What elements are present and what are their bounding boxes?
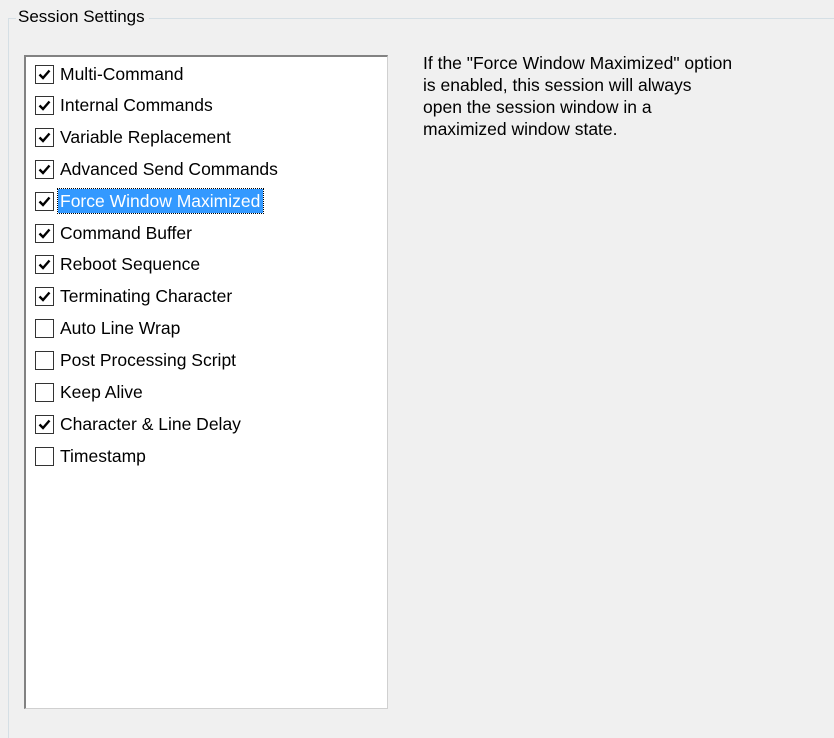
- checkbox[interactable]: [35, 318, 54, 338]
- checkbox-checked[interactable]: [35, 414, 54, 434]
- option-post-processing-script[interactable]: Post Processing Script: [35, 346, 239, 374]
- option-label: Terminating Character: [60, 286, 233, 306]
- checkbox-checked[interactable]: [35, 64, 54, 84]
- groupbox-title: Session Settings: [16, 6, 149, 28]
- option-label: Command Buffer: [60, 223, 192, 243]
- option-advanced-send-commands[interactable]: Advanced Send Commands: [35, 155, 281, 183]
- checkmark-icon: [38, 291, 51, 302]
- checkmark-icon: [38, 259, 51, 270]
- checkmark-icon: [38, 419, 51, 430]
- checkbox[interactable]: [35, 446, 54, 466]
- checkbox-checked[interactable]: [35, 254, 54, 274]
- option-character-line-delay[interactable]: Character & Line Delay: [35, 410, 244, 438]
- checkbox-checked[interactable]: [35, 159, 54, 179]
- option-auto-line-wrap[interactable]: Auto Line Wrap: [35, 314, 183, 342]
- option-label: Character & Line Delay: [60, 414, 241, 434]
- option-label: Advanced Send Commands: [60, 159, 278, 179]
- option-label: Reboot Sequence: [60, 254, 201, 274]
- checkmark-icon: [38, 164, 51, 175]
- option-description: If the "Force Window Maximized" option i…: [423, 53, 733, 139]
- checkbox[interactable]: [35, 350, 54, 370]
- checkmark-icon: [38, 69, 51, 80]
- checkbox-checked[interactable]: [35, 286, 54, 306]
- checkbox[interactable]: [35, 382, 54, 402]
- option-label: Force Window Maximized: [56, 188, 265, 214]
- option-keep-alive[interactable]: Keep Alive: [35, 378, 146, 406]
- option-reboot-sequence[interactable]: Reboot Sequence: [35, 250, 203, 278]
- option-label: Variable Replacement: [60, 127, 231, 147]
- option-terminating-character[interactable]: Terminating Character: [35, 282, 235, 310]
- option-variable-replacement[interactable]: Variable Replacement: [35, 123, 234, 151]
- option-multi-command[interactable]: Multi-Command: [35, 60, 187, 88]
- checkmark-icon: [38, 100, 51, 111]
- checkbox-checked[interactable]: [35, 223, 54, 243]
- checkbox-checked[interactable]: [35, 191, 54, 211]
- option-label: Multi-Command: [60, 64, 184, 84]
- option-label: Auto Line Wrap: [60, 318, 181, 338]
- checkmark-icon: [38, 196, 51, 207]
- option-label: Internal Commands: [60, 95, 213, 115]
- checkmark-icon: [38, 228, 51, 239]
- option-label: Timestamp: [60, 446, 146, 466]
- checkbox-checked[interactable]: [35, 127, 54, 147]
- checkbox-checked[interactable]: [35, 95, 54, 115]
- option-label: Post Processing Script: [60, 350, 237, 370]
- option-timestamp[interactable]: Timestamp: [35, 442, 149, 470]
- option-internal-commands[interactable]: Internal Commands: [35, 91, 216, 119]
- session-options-list[interactable]: Multi-Command Internal Commands Variable…: [24, 55, 388, 709]
- option-label: Keep Alive: [60, 382, 143, 402]
- option-command-buffer[interactable]: Command Buffer: [35, 219, 195, 247]
- option-force-window-maximized[interactable]: Force Window Maximized: [35, 187, 265, 215]
- checkmark-icon: [38, 132, 51, 143]
